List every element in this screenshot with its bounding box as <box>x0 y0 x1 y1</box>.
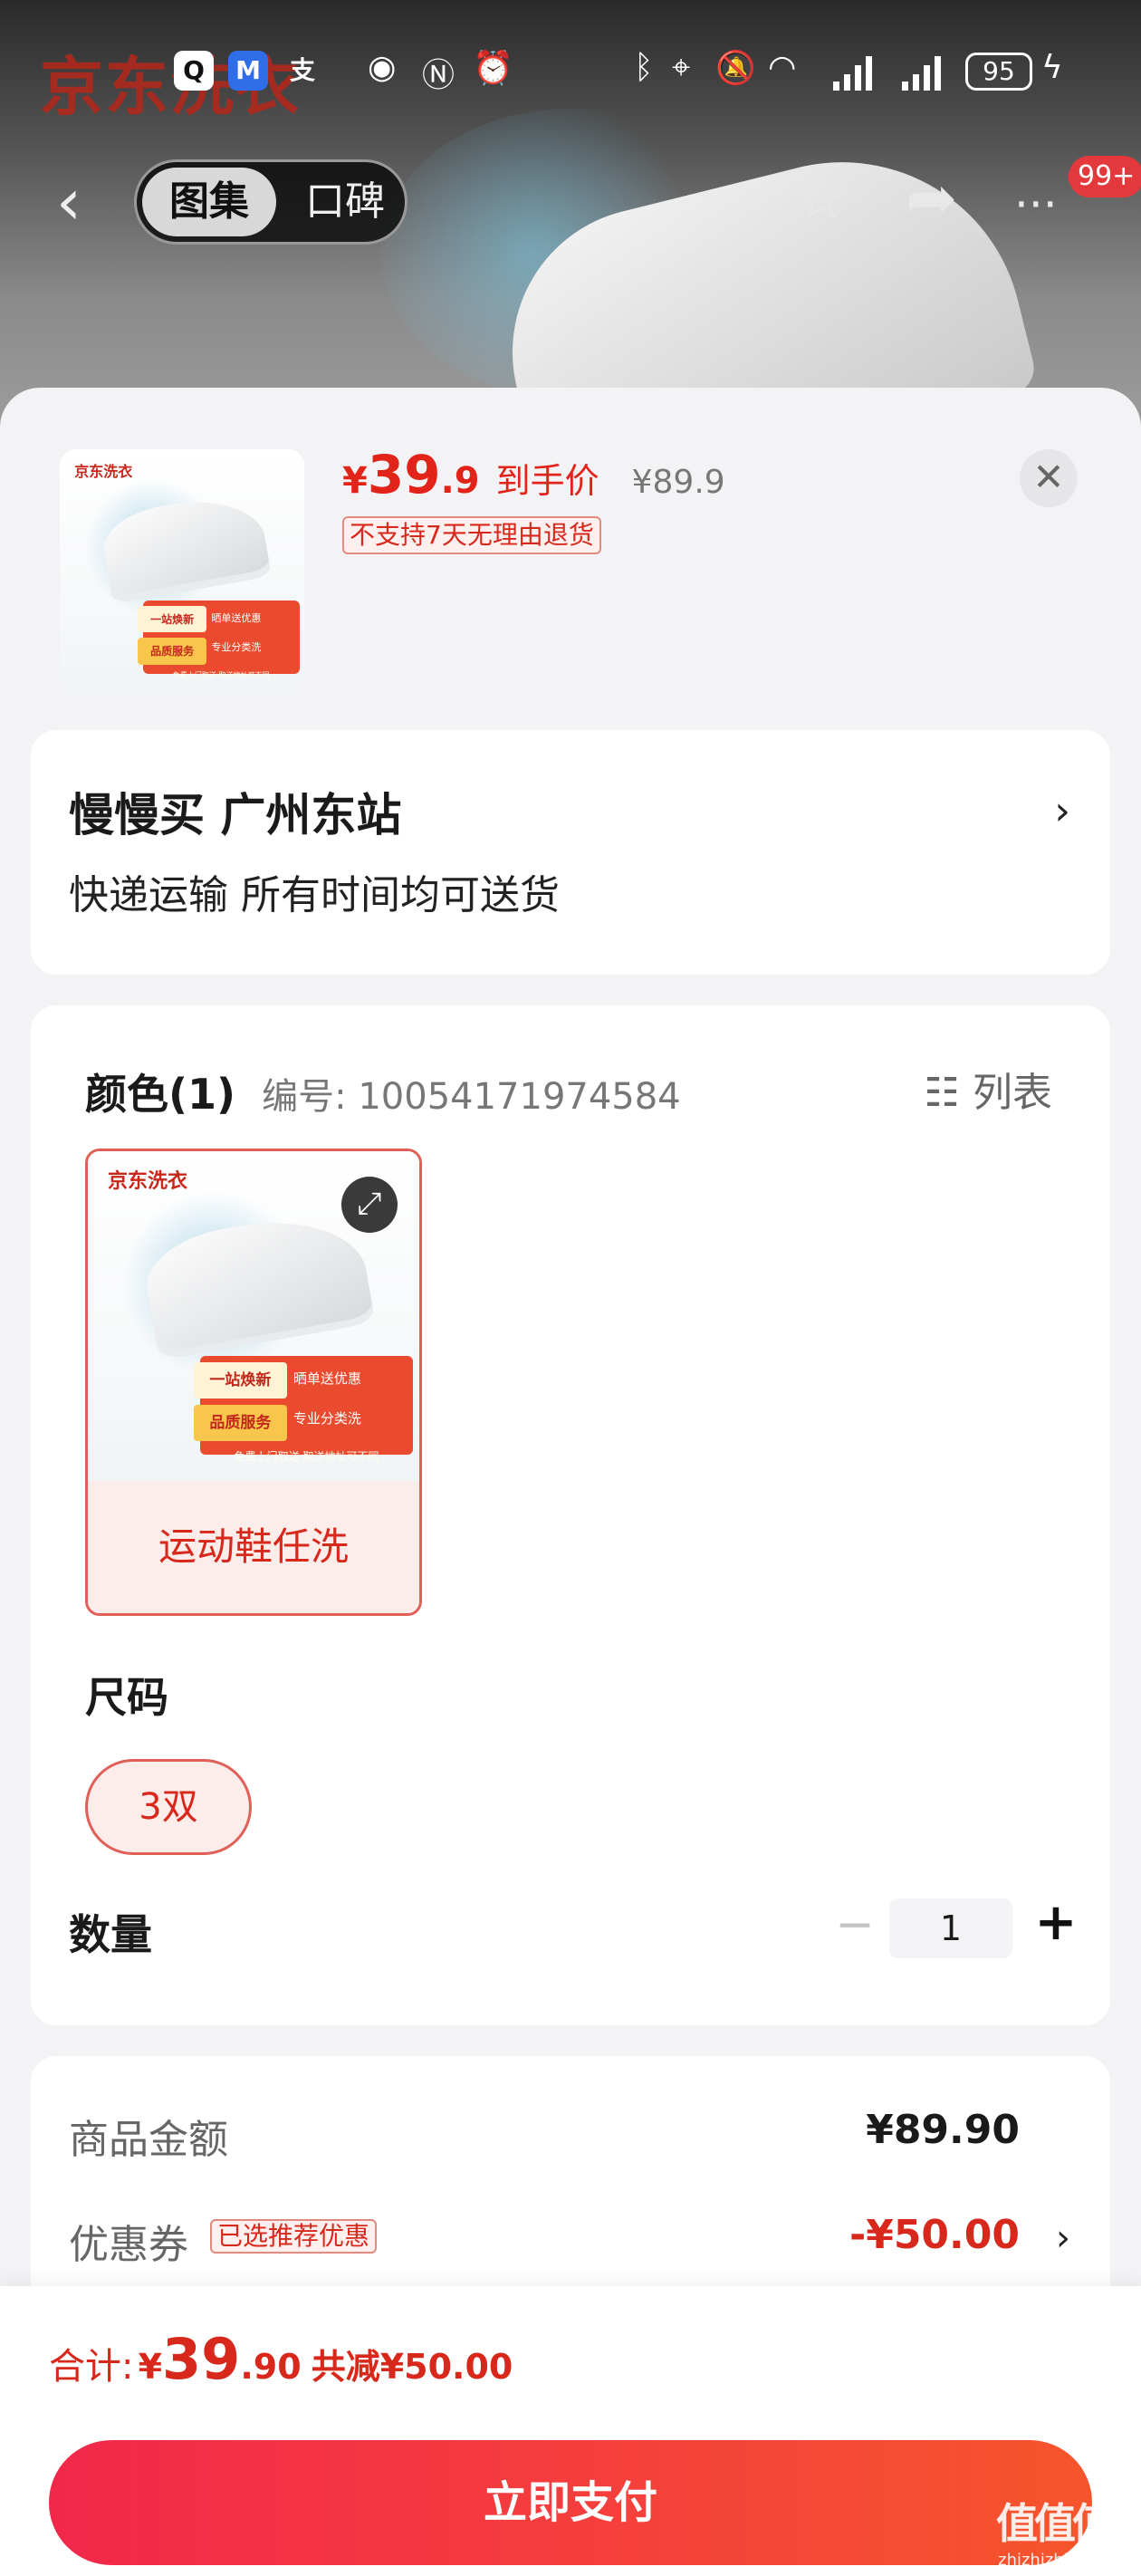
location-icon: ⌖ <box>672 49 691 86</box>
wifi-icon: ◠ <box>768 49 797 86</box>
watermark-url: zhizhizhi.com <box>998 2551 1108 2570</box>
pay-now-button[interactable]: 立即支付 <box>49 2440 1092 2565</box>
delivery-address: 慢慢买 广州东站 <box>69 789 402 841</box>
quantity-title: 数量 <box>69 1910 152 1959</box>
m-app-icon: M <box>228 51 268 91</box>
total-label: 合计: <box>49 2346 134 2388</box>
total-price: ¥39.90 <box>138 2326 302 2392</box>
coupon-discount-value[interactable]: -¥50.00 <box>849 2212 1020 2258</box>
expand-icon[interactable]: ⤢ <box>341 1177 398 1233</box>
checkout-footer: 合计: ¥39.90 共减¥50.00 立即支付 <box>0 2286 1141 2576</box>
quantity-decrease-button[interactable]: − <box>828 1893 882 1956</box>
bluetooth-icon: ᛒ <box>634 49 654 86</box>
promo-tag: 晒单送优惠 <box>211 611 262 624</box>
list-icon: ☷ <box>924 1070 960 1116</box>
mute-icon: 🔕 <box>715 50 756 87</box>
tab-reviews[interactable]: 口碑 <box>291 168 399 236</box>
total-saving: 共减¥50.00 <box>311 2347 513 2387</box>
more-icon[interactable]: ··· <box>1014 168 1058 241</box>
final-price-label: 到手价 <box>495 461 599 501</box>
final-price: ¥39.9 <box>342 444 480 505</box>
return-policy-badge: 不支持7天无理由退货 <box>342 516 601 554</box>
color-title: 颜色(1) <box>85 1070 236 1119</box>
color-option-selected[interactable]: 京东洗衣 一站焕新 品质服务 晒单送优惠 专业分类洗 免费上门取送 取送地址可不… <box>85 1149 422 1616</box>
product-thumbnail[interactable]: 京东洗衣 一站焕新 品质服务 晒单送优惠 专业分类洗 免费上门取送 取送地址可不… <box>60 449 304 694</box>
battery-indicator: 95 <box>965 53 1032 91</box>
quantity-increase-button[interactable]: + <box>1027 1889 1085 1956</box>
qq-app-icon: Q <box>174 51 214 91</box>
spec-card: 颜色(1) 编号: 10054171974584 ☷ 列表 京东洗衣 一站焕新 … <box>31 1005 1110 2025</box>
promo-tag: 专业分类洗 <box>292 1409 361 1427</box>
address-card[interactable]: 慢慢买 广州东站 快递运输 所有时间均可送货 › <box>31 730 1110 975</box>
image-brand-text: 京东洗衣 <box>107 1169 187 1193</box>
charging-icon: ϟ <box>1041 49 1063 86</box>
alipay-app-icon: 支 <box>289 55 315 85</box>
signal-icon <box>833 54 875 91</box>
size-option-selected[interactable]: 3双 <box>85 1759 252 1855</box>
list-view-toggle[interactable]: ☷ 列表 <box>925 1060 1052 1118</box>
signal-icon-2 <box>902 54 944 91</box>
image-brand-text: 京东洗衣 <box>74 462 133 480</box>
message-badge: 99+ <box>1069 156 1141 197</box>
watermark-logo: 值值值 <box>996 2499 1114 2548</box>
promo-tag: 品质服务 <box>138 637 206 665</box>
total-row: 合计: ¥39.90 共减¥50.00 <box>49 2326 513 2392</box>
promo-tag: 免费上门取送 取送地址可不同 <box>172 671 270 680</box>
status-bar: Q M 支 ◉ Ⓝ ⏰ ᛒ ⌖ 🔕 ◠ 95 ϟ <box>0 36 1141 109</box>
back-icon[interactable]: ‹ <box>56 170 82 234</box>
gallery-review-switch: 图集 口碑 <box>134 159 408 245</box>
close-button[interactable]: ✕ <box>1020 449 1078 507</box>
sku-number: 编号: 10054171974584 <box>262 1076 681 1118</box>
goods-amount-label: 商品金额 <box>69 2117 228 2163</box>
promo-tag: 一站焕新 <box>138 605 206 633</box>
coupon-label: 优惠券 <box>69 2222 188 2268</box>
price-row: ¥39.9 到手价 ¥89.9 <box>342 444 725 516</box>
option-label: 运动鞋任洗 <box>88 1481 419 1613</box>
promo-tag: 晒单送优惠 <box>292 1370 361 1387</box>
coupon-recommended-tag: 已选推荐优惠 <box>210 2219 378 2254</box>
color-header: 颜色(1) 编号: 10054171974584 <box>85 1062 681 1121</box>
delivery-method: 快递运输 所有时间均可送货 <box>69 872 560 918</box>
quantity-input[interactable]: 1 <box>889 1898 1012 1958</box>
share-icon[interactable]: ➦ <box>906 163 957 235</box>
chevron-right-icon[interactable]: › <box>1056 2217 1070 2259</box>
promo-tag: 一站焕新 <box>194 1361 287 1399</box>
original-price: ¥89.9 <box>631 464 725 501</box>
promo-tag: 专业分类洗 <box>211 641 262 654</box>
nfc-icon: Ⓝ <box>422 57 455 94</box>
promo-tag: 品质服务 <box>194 1405 287 1442</box>
chevron-right-icon: › <box>1054 788 1070 834</box>
list-toggle-label: 列表 <box>973 1070 1052 1116</box>
promo-tag: 免费上门取送 取送地址可不同 <box>234 1449 379 1463</box>
star-icon[interactable]: ☆ <box>793 163 849 235</box>
size-title: 尺码 <box>85 1673 168 1722</box>
goods-amount-value: ¥89.90 <box>866 2107 1020 2153</box>
tab-gallery[interactable]: 图集 <box>142 168 276 236</box>
eye-icon: ◉ <box>368 49 397 86</box>
site-watermark: 值值值 zhizhizhi.com <box>996 2491 1114 2570</box>
alarm-icon: ⏰ <box>473 50 513 87</box>
